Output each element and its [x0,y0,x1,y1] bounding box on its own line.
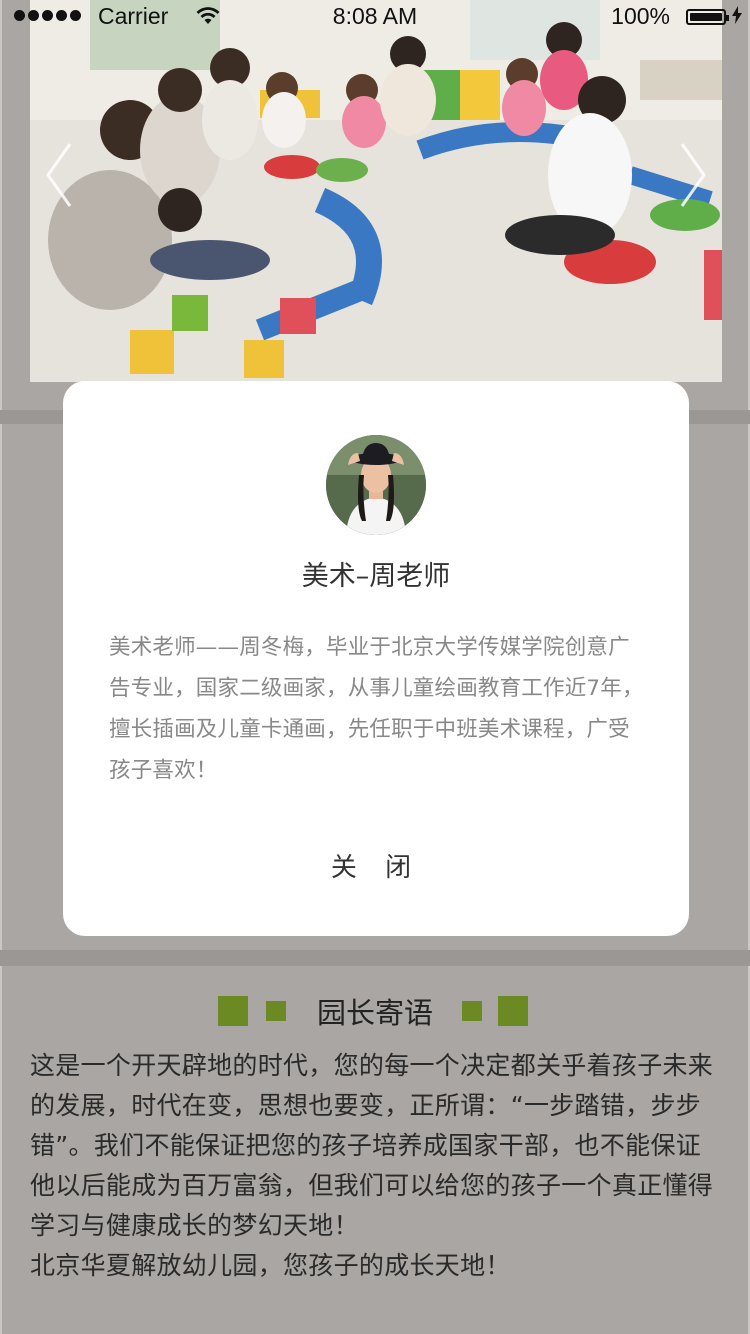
director-message: 这是一个开天辟地的时代，您的每一个决定都关乎着孩子未来的发展，时代在变，思想也要… [30,1046,724,1286]
decorative-square-icon [218,996,248,1026]
close-button[interactable]: 关 闭 [63,847,689,884]
classroom-photo-illustration [30,0,722,382]
teacher-name: 美术–周老师 [301,561,451,592]
teacher-description: 美术老师——周冬梅，毕业于北京大学传媒学院创意广告专业，国家二级画家，从事儿童绘… [109,635,644,783]
carousel-prev-arrow-icon[interactable] [44,140,74,210]
section-title: 园长寄语 [316,996,433,1030]
teacher-avatar [326,435,426,535]
status-bar: Carrier 8:08 AM 100% [0,0,750,34]
charging-bolt-icon [732,6,742,24]
director-message-paragraph: 这是一个开天辟地的时代，您的每一个决定都关乎着孩子未来的发展，时代在变，思想也要… [30,1051,714,1240]
decorative-square-icon [498,996,528,1026]
director-section-header: 园长寄语 [0,992,750,1032]
decorative-square-icon [266,1001,286,1021]
hero-image[interactable] [30,0,722,382]
left-edge-divider [0,0,2,1334]
teacher-info-modal: 美术–周老师 美术老师——周冬梅，毕业于北京大学传媒学院创意广告专业，国家二级画… [63,381,689,936]
section-divider [0,950,750,966]
director-message-closing: 北京华夏解放幼儿园，您孩子的成长天地！ [30,1251,511,1280]
carousel-next-arrow-icon[interactable] [678,140,708,210]
decorative-square-icon [462,1001,482,1021]
battery-icon [686,9,729,25]
battery-percentage: 100% [611,3,670,29]
battery-level-fill [690,13,722,21]
teacher-portrait-illustration [326,435,426,535]
